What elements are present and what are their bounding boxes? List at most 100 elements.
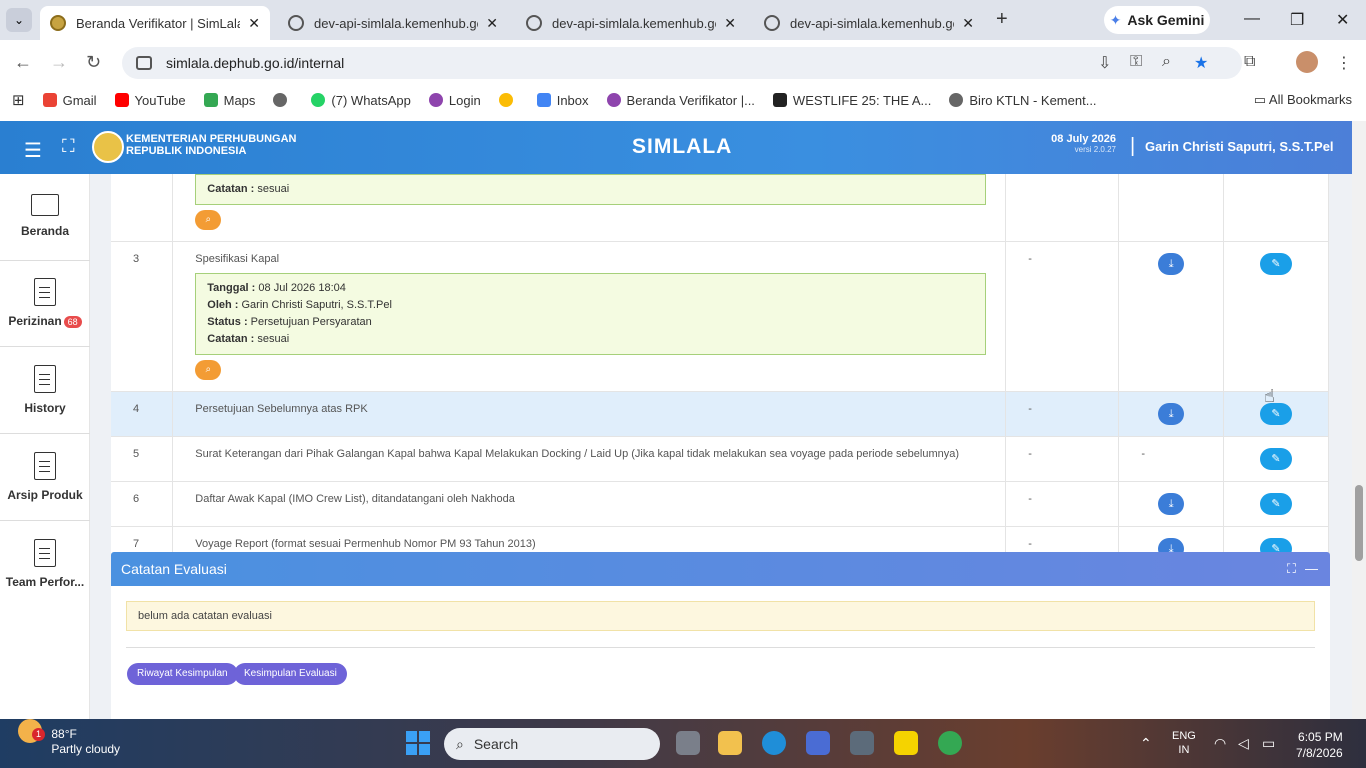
bookmark-biro-ktln[interactable]: Biro KTLN - Kement... [949,92,1097,108]
divider [126,647,1315,648]
kemenhub-logo [92,131,124,163]
page-scrollbar[interactable] [1352,121,1366,719]
row-number: 5 [111,436,174,482]
user-name[interactable]: Garin Christi Saputri, S.S.T.Pel [1145,139,1334,154]
bookmark-label: Inbox [556,92,589,108]
tab-beranda-verifikator[interactable]: Beranda Verifikator | SimLala ✕ [40,6,270,40]
header-date-block: 08 July 2026 versi 2.0.27 [1051,133,1116,154]
bookmark-label: YouTube [134,92,186,108]
close-tab-icon[interactable]: ✕ [486,15,498,32]
vscode-icon[interactable] [806,731,830,755]
extensions-icon[interactable]: ⧉ [1244,53,1255,71]
bookmark-inbox[interactable]: Inbox [536,92,589,108]
gemini-sparkle-icon: ✦ [1109,11,1122,28]
system-clock[interactable]: 6:05 PM 7/8/2026 [1296,729,1343,761]
close-tab-icon[interactable]: ✕ [962,15,974,32]
wifi-icon[interactable]: ◠ [1214,735,1226,752]
collapse-panel-icon[interactable]: — [1305,561,1318,576]
bookmark-beranda[interactable]: Beranda Verifikator |... [606,93,755,108]
login-icon [428,93,443,107]
tab-search-button[interactable]: ⌄ [6,8,32,32]
bookmark-maps[interactable]: Maps [203,93,255,108]
install-app-icon[interactable]: ⇩ [1098,53,1111,73]
minimize-icon[interactable]: — [1244,10,1260,28]
language-indicator[interactable]: ENG IN [1172,729,1196,757]
close-tab-icon[interactable]: ✕ [248,15,260,32]
riwayat-kesimpulan-button[interactable]: Riwayat Kesimpulan [127,663,238,685]
ask-gemini-button[interactable]: ✦ Ask Gemini [1104,6,1210,34]
bookmark-globe[interactable] [273,93,293,107]
bookmark-label: Biro KTLN - Kement... [969,92,1097,108]
sidebar-item-beranda[interactable]: Beranda [0,194,90,238]
search-label: Search [473,736,519,752]
app-header: ☰ ⛶ KEMENTERIAN PERHUBUNGAN REPUBLIK IND… [0,121,1352,174]
bookmark-login[interactable]: Login [428,93,481,108]
all-bookmarks-button[interactable]: ▭ All Bookmarks [1254,92,1352,108]
forward-icon[interactable]: → [50,52,68,73]
reload-icon[interactable]: ↻ [86,52,101,73]
menu-dots-icon[interactable]: ⋮ [1336,53,1352,73]
sidebar-item-label: Arsip Produk [7,488,83,502]
sidebar-item-perizinan[interactable]: Perizinan 68 [0,278,90,328]
new-tab-icon[interactable]: + [996,8,1008,31]
bookmark-whatsapp[interactable]: (7) WhatsApp [311,93,411,108]
tab-dev-api-1[interactable]: dev-api-simlala.kemenhub.go.id ✕ [278,6,508,40]
table-row: 6 Daftar Awak Kapal (IMO Crew List), dit… [111,481,1330,527]
zoom-icon[interactable]: ⌕ [1162,53,1171,71]
close-window-icon[interactable]: ✕ [1336,10,1349,30]
bookmark-star-icon[interactable]: ★ [1194,53,1208,73]
bookmark-westlife[interactable]: WESTLIFE 25: THE A... [772,93,931,108]
view-detail-button[interactable]: ⌕ [195,210,222,230]
apps-grid-icon[interactable]: ⊞ [12,91,25,109]
download-button[interactable]: ⤓ [1158,253,1185,275]
sticky-notes-icon[interactable] [894,731,918,755]
profile-avatar[interactable] [1296,51,1318,73]
view-detail-button[interactable]: ⌕ [195,360,222,380]
simlala-icon [606,93,621,107]
site-info-icon[interactable] [136,56,152,70]
sidebar-item-team-performance[interactable]: Team Perfor... [0,539,90,589]
table-row: 3 Spesifikasi Kapal Tanggal : 08 Jul 202… [111,241,1330,392]
scrollbar-thumb[interactable] [1355,485,1363,561]
battery-icon[interactable]: ▭ [1262,735,1275,752]
globe-icon [288,15,304,31]
edit-button[interactable]: ✎ [1259,253,1292,275]
bookmark-label: Gmail [62,92,97,108]
tab-dev-api-2[interactable]: dev-api-simlala.kemenhub.go.id ✕ [516,6,746,40]
kesimpulan-evaluasi-button[interactable]: Kesimpulan Evaluasi [234,663,347,685]
address-bar[interactable]: simlala.dephub.go.id/internal [122,47,1242,79]
download-button[interactable]: ⤓ [1158,403,1185,425]
windows-start-icon[interactable] [406,731,430,755]
lang-secondary: IN [1178,744,1190,756]
download-cell: ⤓ [1118,481,1224,527]
edit-button[interactable]: ✎ [1259,493,1292,515]
sidebar-item-arsip-produk[interactable]: Arsip Produk [0,452,90,502]
edge-icon[interactable] [762,731,786,755]
folder-icon: ▭ [1253,92,1267,107]
task-view-icon[interactable] [676,731,700,755]
restore-icon[interactable]: ❐ [1290,10,1304,30]
sidebar-item-history[interactable]: History [0,365,90,415]
bookmark-pinwheel[interactable] [498,93,519,107]
bookmark-gmail[interactable]: Gmail [42,92,97,108]
back-icon[interactable]: ← [14,52,32,73]
header-separator: | [1130,135,1136,157]
sidebar-divider [0,346,90,347]
file-explorer-icon[interactable] [718,731,742,755]
edit-button[interactable]: ✎ [1259,448,1292,470]
password-key-icon[interactable]: ⚿ [1130,53,1142,71]
tab-dev-api-3[interactable]: dev-api-simlala.kemenhub.go.id ✕ [754,6,984,40]
hamburger-menu-icon[interactable]: ☰ [24,138,42,163]
clock-time: 6:05 PM [1298,730,1343,744]
close-tab-icon[interactable]: ✕ [724,15,736,32]
download-button[interactable]: ⤓ [1158,493,1185,515]
fullscreen-icon[interactable]: ⛶ [62,136,75,157]
chrome-icon[interactable] [938,731,962,755]
maximize-panel-icon[interactable]: ⛶ [1287,561,1296,577]
bookmark-youtube[interactable]: YouTube [114,92,186,108]
taskbar-search[interactable]: ⌕ Search [444,728,660,760]
camera-icon[interactable] [850,731,874,755]
show-hidden-icons-icon[interactable]: ⌃ [1140,735,1152,752]
volume-icon[interactable]: ◁ [1238,735,1249,752]
table-row: Catatan : sesuai ⌕ [111,174,1330,242]
